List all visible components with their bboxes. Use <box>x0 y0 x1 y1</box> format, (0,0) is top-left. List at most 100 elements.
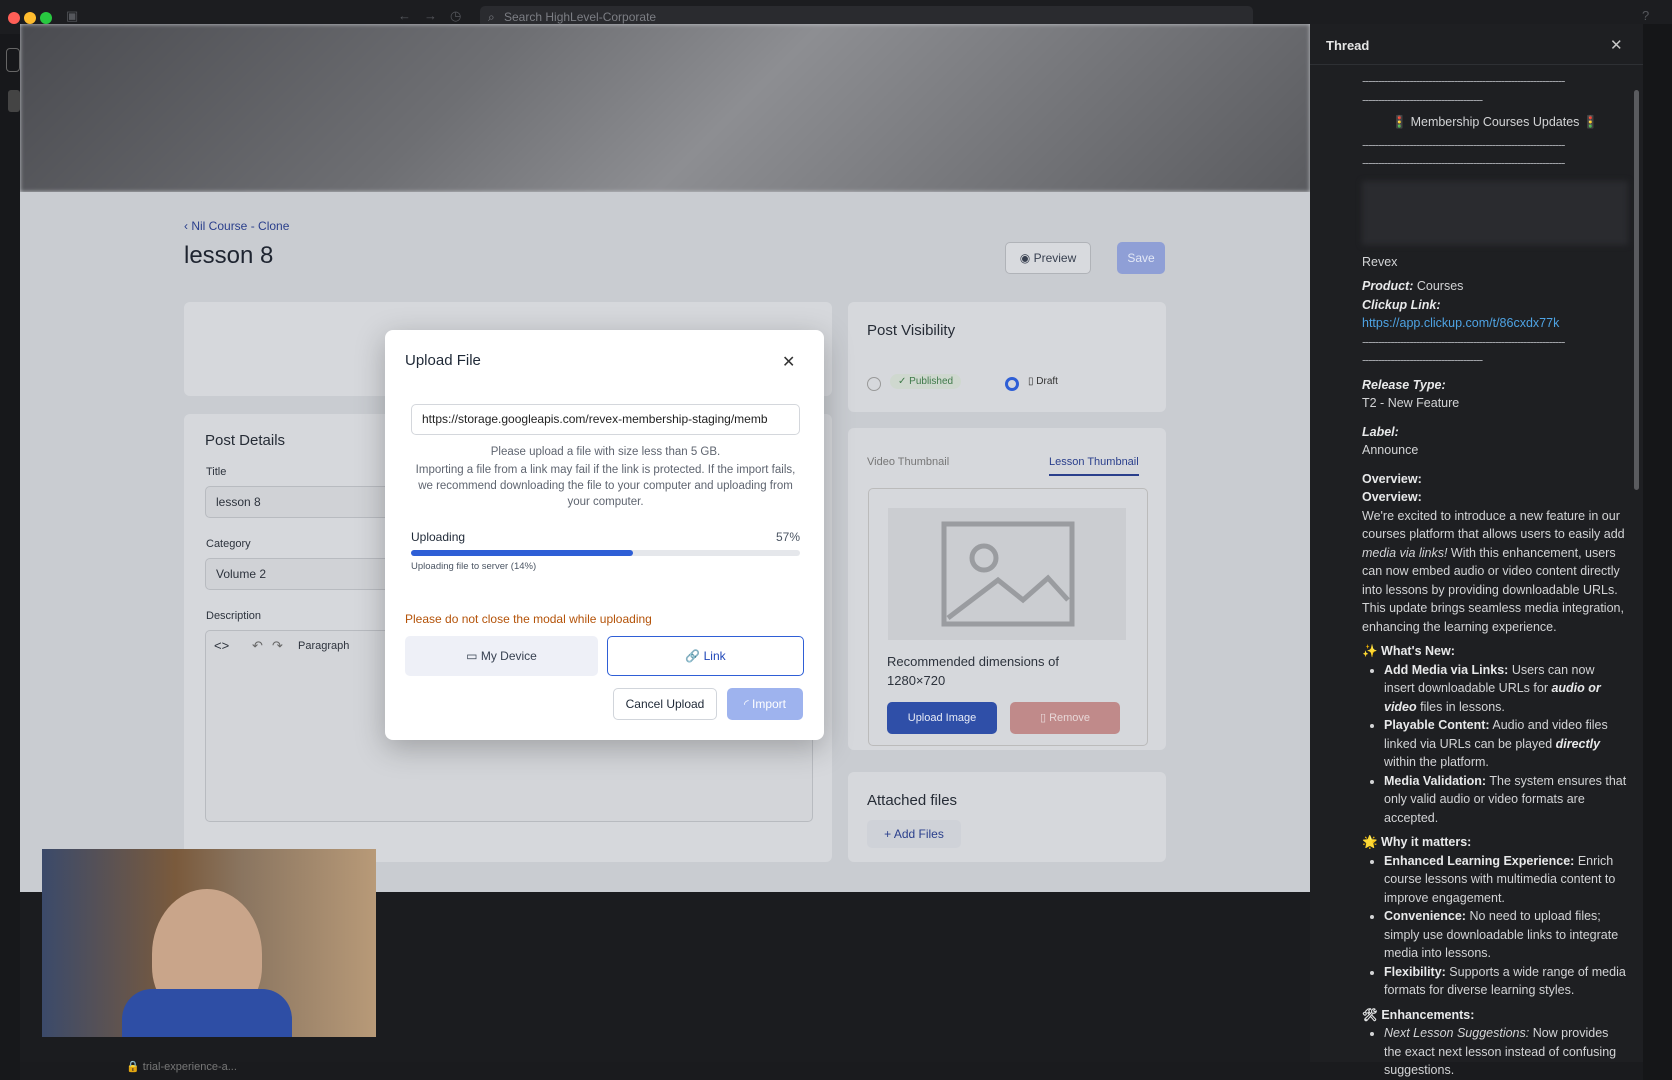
thread-panel: Thread ✕ -------------------------------… <box>1310 24 1643 1077</box>
workspace-icon[interactable] <box>6 48 20 72</box>
post-visibility-heading: Post Visibility <box>867 322 956 339</box>
preview-button[interactable]: ◉ Preview <box>1005 242 1091 274</box>
clickup-label: Clickup Link: <box>1362 297 1441 312</box>
tools-icon: 🛠 <box>1362 1007 1382 1022</box>
overview-part1: We're excited to introduce a new feature… <box>1362 508 1625 542</box>
item-title: Enhanced Learning Experience: <box>1384 853 1575 868</box>
remove-button[interactable]: ▯ Remove <box>1010 702 1120 734</box>
import-label: Import <box>751 697 786 711</box>
list-item: Flexibility: Supports a wide range of me… <box>1384 963 1628 1000</box>
minimize-window-button[interactable] <box>24 12 36 24</box>
draft-label: Draft <box>1036 376 1058 387</box>
app-window: ▣ ← → ◷ ⌕ Search HighLevel-Corporate ? ‹… <box>0 0 1672 1080</box>
remove-label: Remove <box>1049 712 1091 724</box>
published-radio[interactable] <box>867 377 881 391</box>
breadcrumb[interactable]: ‹ Nil Course - Clone <box>184 219 289 233</box>
upload-progress-bar <box>411 550 800 556</box>
right-edge <box>1643 24 1672 1080</box>
divider-line: -------------------------------------- <box>1362 353 1483 367</box>
forward-arrow-icon[interactable]: → <box>424 8 437 23</box>
help-icon[interactable]: ? <box>1642 8 1649 23</box>
upload-progress-fill <box>411 550 633 556</box>
product-line: Product: Courses <box>1362 277 1628 296</box>
item-text: files in lessons. <box>1416 699 1505 714</box>
list-item: Add Media via Links: Users can now inser… <box>1384 661 1628 717</box>
why-heading: 🌟 Why it matters: <box>1362 833 1628 852</box>
my-device-label: My Device <box>480 649 537 663</box>
workspace-icon-2[interactable] <box>8 90 20 112</box>
plus-icon: + <box>884 827 894 841</box>
tab-video-thumbnail[interactable]: Video Thumbnail <box>867 456 949 468</box>
item-title: Next Lesson Suggestions: <box>1384 1026 1530 1040</box>
recommended-dimensions: Recommended dimensions of 1280×720 <box>887 654 1059 688</box>
upload-sub-status: Uploading file to server (14%) <box>411 561 537 572</box>
item-title: Flexibility: <box>1384 964 1446 979</box>
close-window-button[interactable] <box>8 12 20 24</box>
attached-files-heading: Attached files <box>867 792 958 809</box>
link-button[interactable]: 🔗 Link <box>607 636 804 676</box>
list-item: Media Validation: The system ensures tha… <box>1384 772 1628 828</box>
size-hint: Please upload a file with size less than… <box>490 446 721 458</box>
divider-line: ----------------------------------------… <box>1362 74 1565 88</box>
item-emphasis: directly <box>1555 736 1601 751</box>
modal-title: Upload File <box>405 352 481 369</box>
code-view-icon[interactable]: <> <box>214 631 229 661</box>
release-label: Release Type: <box>1362 377 1446 392</box>
image-placeholder-icon <box>888 508 1126 640</box>
import-button[interactable]: ◜ Import <box>727 688 803 720</box>
page-title: lesson 8 <box>184 242 274 269</box>
divider-line: ----------------------------------------… <box>1362 137 1565 152</box>
item-title: Convenience: <box>1384 909 1466 923</box>
overview-emphasis: media via links! <box>1362 545 1448 560</box>
paragraph-select[interactable]: Paragraph <box>298 631 349 661</box>
upload-image-button[interactable]: Upload Image <box>887 702 997 734</box>
product-value: Courses <box>1416 279 1464 293</box>
uploading-label: Uploading <box>411 530 466 544</box>
url-input[interactable]: https://storage.googleapis.com/revex-mem… <box>411 404 800 435</box>
author-name: Revex <box>1362 254 1398 269</box>
tab-lesson-thumbnail[interactable]: Lesson Thumbnail <box>1049 456 1139 476</box>
history-icon[interactable]: ◷ <box>450 8 461 24</box>
product-label: Product: <box>1362 279 1414 293</box>
cancel-upload-button[interactable]: Cancel Upload <box>613 688 717 720</box>
close-icon[interactable]: ✕ <box>782 352 795 372</box>
zoom-window-button[interactable] <box>40 12 52 24</box>
undo-icon[interactable]: ↶ <box>252 631 263 661</box>
published-label: Published <box>909 376 954 387</box>
list-item: Next Lesson Suggestions: Now provides th… <box>1384 1024 1628 1080</box>
attached-files-card <box>848 772 1166 862</box>
thread-scrollbar[interactable] <box>1634 90 1639 490</box>
item-title: Playable Content: <box>1384 718 1490 732</box>
draft-radio[interactable] <box>1005 377 1019 391</box>
item-text: within the platform. <box>1384 755 1489 769</box>
link-icon: 🔗 <box>685 649 704 663</box>
save-button[interactable]: Save <box>1117 242 1165 274</box>
updates-heading: 🚦 Membership Courses Updates 🚦 <box>1362 113 1628 132</box>
blurred-header <box>20 24 1310 192</box>
preview-label: Preview <box>1033 251 1077 265</box>
presenter-shirt <box>122 989 292 1037</box>
upload-percent: 57% <box>775 530 800 544</box>
add-files-button[interactable]: + Add Files <box>867 820 961 848</box>
redo-icon[interactable]: ↷ <box>272 631 283 661</box>
sidebar-toggle-icon[interactable]: ▣ <box>66 8 78 24</box>
published-badge: ✓ Published <box>890 374 962 389</box>
whats-new-label: What's New: <box>1381 644 1455 658</box>
enhancements-label: Enhancements: <box>1381 1007 1475 1022</box>
my-device-button[interactable]: ▭ My Device <box>405 636 598 676</box>
overview-text: We're excited to introduce a new feature… <box>1362 507 1628 637</box>
release-value: T2 - New Feature <box>1362 396 1460 410</box>
enhancements-heading: 🛠 Enhancements: <box>1362 1006 1628 1025</box>
item-title: Add Media via Links: <box>1384 662 1509 677</box>
search-placeholder: Search HighLevel-Corporate <box>504 10 657 24</box>
thread-message: -------------------------------------- --… <box>1362 72 1628 1080</box>
sparkles-icon: ✨ <box>1362 644 1382 658</box>
clickup-link[interactable]: https://app.clickup.com/t/86cxdx77k <box>1362 314 1628 333</box>
post-visibility-card <box>848 302 1166 412</box>
add-files-label: Add Files <box>893 827 944 841</box>
close-thread-icon[interactable]: ✕ <box>1610 36 1623 54</box>
divider-line: -------------------------------------- <box>1362 92 1483 107</box>
category-label: Category <box>206 538 251 550</box>
title-label: Title <box>206 466 227 478</box>
back-arrow-icon[interactable]: ← <box>398 8 411 23</box>
